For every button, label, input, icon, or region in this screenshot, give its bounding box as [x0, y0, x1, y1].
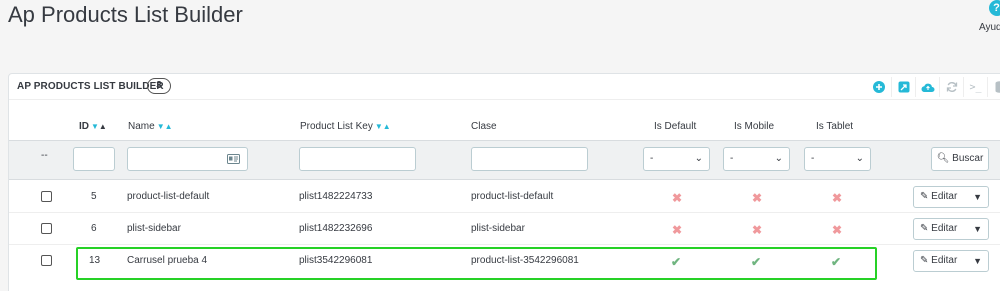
filter-name-input[interactable]	[127, 147, 248, 171]
edit-label: Editar	[931, 191, 958, 202]
is-mobile-status-icon[interactable]: ✖	[752, 191, 762, 205]
pencil-icon: ✎	[920, 255, 929, 266]
column-header-is-default: Is Default	[654, 121, 697, 132]
panel-title: AP PRODUCTS LIST BUILDER	[17, 81, 164, 92]
filter-key-input[interactable]	[299, 147, 416, 171]
database-icon	[995, 81, 1000, 93]
filter-id-input[interactable]	[73, 147, 115, 171]
is-tablet-status-icon[interactable]: ✖	[832, 191, 842, 205]
search-button[interactable]: 🔍︎ Buscar	[931, 147, 989, 171]
pencil-icon: ✎	[920, 191, 929, 202]
filter-is-default-select[interactable]: - ⌄	[643, 147, 710, 171]
is-mobile-status-icon[interactable]: ✖	[752, 223, 762, 237]
table-row[interactable]: 5 product-list-default plist1482224733 p…	[9, 182, 1000, 213]
sql-query-button[interactable]: >_	[963, 77, 987, 97]
chevron-down-icon: ⌄	[774, 153, 783, 164]
row-checkbox[interactable]	[41, 223, 52, 234]
sort-arrows-icon[interactable]: ▼▲	[375, 122, 391, 131]
add-icon	[873, 81, 885, 93]
column-header-clase: Clase	[471, 121, 497, 132]
is-tablet-status-icon[interactable]: ✖	[832, 223, 842, 237]
is-default-status-icon[interactable]: ✖	[672, 223, 682, 237]
caret-down-icon[interactable]: ▼	[973, 251, 982, 271]
row-name: plist-sidebar	[127, 223, 181, 234]
import-button[interactable]	[915, 77, 939, 97]
toolbar: >_	[867, 77, 1000, 97]
id-card-icon	[227, 154, 240, 164]
row-id: 5	[91, 191, 97, 202]
help-icon: ?	[988, 0, 1000, 16]
row-name: product-list-default	[127, 191, 210, 202]
caret-down-icon[interactable]: ▼	[973, 187, 982, 207]
row-clase: product-list-default	[471, 191, 554, 202]
chevron-down-icon: ⌄	[694, 153, 703, 164]
search-icon: 🔍︎	[936, 153, 950, 164]
edit-button[interactable]: ✎ Editar ▼	[913, 218, 989, 240]
add-new-button[interactable]	[867, 77, 891, 97]
column-header-key: Product List Key ▼▲	[300, 121, 391, 132]
caret-down-icon[interactable]: ▼	[973, 219, 982, 239]
row-checkbox[interactable]	[41, 255, 52, 266]
search-button-label: Buscar	[952, 153, 984, 164]
panel-header: AP PRODUCTS LIST BUILDER 3 >_	[9, 74, 1000, 100]
filter-clase-input[interactable]	[471, 147, 588, 171]
edit-button[interactable]: ✎ Editar ▼	[913, 186, 989, 208]
column-header-is-tablet: Is Tablet	[816, 121, 854, 132]
sort-arrows-icon[interactable]: ▼▲	[91, 122, 107, 131]
is-default-status-icon[interactable]: ✖	[672, 191, 682, 205]
chevron-down-icon: ⌄	[855, 153, 864, 164]
database-button[interactable]	[987, 77, 1000, 97]
export-button[interactable]	[891, 77, 915, 97]
column-header-is-mobile: Is Mobile	[734, 121, 775, 132]
row-checkbox[interactable]	[41, 191, 52, 202]
refresh-icon	[946, 82, 957, 92]
edit-label: Editar	[931, 223, 958, 234]
table-row[interactable]: 6 plist-sidebar plist1482232696 plist-si…	[9, 214, 1000, 245]
help-button[interactable]: ? Ayud	[975, 0, 1000, 33]
row-clase: plist-sidebar	[471, 223, 525, 234]
page-title: Ap Products List Builder	[8, 2, 243, 27]
sort-arrows-icon[interactable]: ▼▲	[157, 122, 173, 131]
row-key: plist1482224733	[299, 191, 373, 202]
column-header-id: ID ▼▲	[79, 121, 107, 132]
filter-is-tablet-select[interactable]: - ⌄	[804, 147, 871, 171]
export-icon	[898, 81, 909, 93]
row-key: plist1482232696	[299, 223, 373, 234]
row-highlight-outline	[76, 247, 877, 280]
pencil-icon: ✎	[920, 223, 929, 234]
row-id: 6	[91, 223, 97, 234]
help-label: Ayud	[979, 22, 1000, 33]
terminal-icon: >_	[969, 81, 982, 93]
edit-label: Editar	[931, 255, 958, 266]
filter-is-mobile-select[interactable]: - ⌄	[723, 147, 790, 171]
count-badge: 3	[147, 78, 171, 94]
edit-button[interactable]: ✎ Editar ▼	[913, 250, 989, 272]
bulk-filter-placeholder: --	[41, 150, 48, 161]
cloud-upload-icon	[920, 83, 934, 92]
column-header-name: Name ▼▲	[128, 121, 173, 132]
refresh-button[interactable]	[939, 77, 963, 97]
